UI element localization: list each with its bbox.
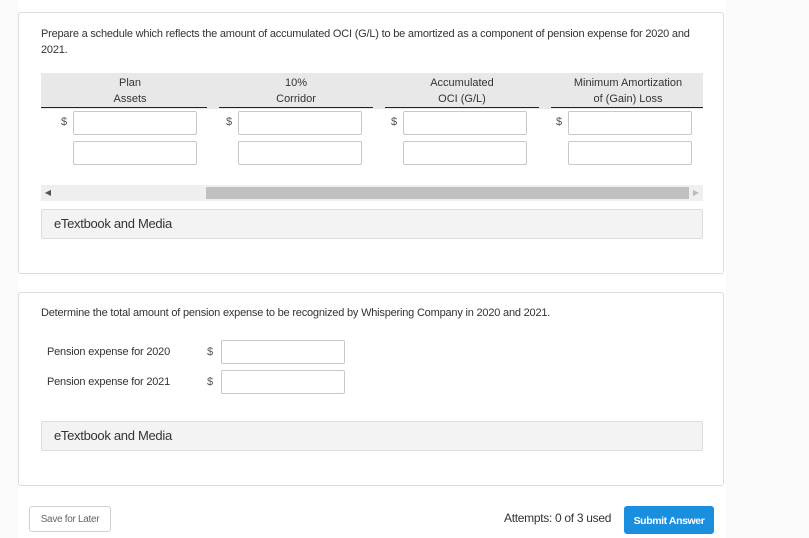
submit-answer-button[interactable]: Submit Answer — [624, 506, 714, 534]
scrollbar-thumb[interactable] — [206, 187, 689, 199]
column-underline — [551, 107, 703, 108]
schedule-card: Prepare a schedule which reflects the am… — [18, 12, 724, 274]
page-gutter — [0, 0, 18, 538]
column-header-corridor: 10% Corridor — [219, 75, 373, 107]
scroll-right-arrow-icon[interactable]: ▶ — [689, 185, 703, 201]
pension-expense-card: Determine the total amount of pension ex… — [18, 292, 724, 486]
column-underline — [385, 107, 539, 108]
column-header-line: 10% — [284, 77, 308, 89]
save-for-later-button[interactable]: Save for Later — [29, 506, 111, 532]
min-amortization-2021-input[interactable] — [568, 141, 692, 165]
column-header-line: Accumulated — [430, 77, 494, 89]
pension-expense-2020-input[interactable] — [221, 340, 345, 364]
min-amortization-2020-input[interactable] — [568, 111, 692, 135]
accumulated-oci-2020-input[interactable] — [403, 111, 527, 135]
etextbook-media-toggle[interactable]: eTextbook and Media — [41, 421, 703, 451]
attempts-counter: Attempts: 0 of 3 used — [504, 511, 612, 525]
corridor-2021-input[interactable] — [238, 141, 362, 165]
column-header-plan-assets: Plan Assets — [53, 75, 207, 107]
corridor-2020-input[interactable] — [238, 111, 362, 135]
column-header-line: Plan — [118, 77, 142, 89]
currency-symbol: $ — [226, 116, 233, 128]
plan-assets-2021-input[interactable] — [73, 141, 197, 165]
currency-symbol: $ — [556, 116, 563, 128]
header-divider — [41, 107, 53, 108]
currency-symbol: $ — [207, 346, 214, 358]
currency-symbol: $ — [61, 116, 68, 128]
scroll-left-arrow-icon[interactable]: ◀ — [41, 185, 55, 201]
column-header-line: Corridor — [276, 93, 316, 105]
etextbook-media-toggle[interactable]: eTextbook and Media — [41, 209, 703, 239]
pension-expense-2021-input[interactable] — [221, 370, 345, 394]
schedule-prompt: Prepare a schedule which reflects the am… — [41, 28, 690, 56]
currency-symbol: $ — [391, 116, 398, 128]
pension-expense-2021-label: Pension expense for 2021 — [47, 376, 171, 388]
pension-expense-prompt: Determine the total amount of pension ex… — [41, 307, 551, 319]
plan-assets-2020-input[interactable] — [73, 111, 197, 135]
column-header-line: Assets — [113, 93, 147, 105]
column-underline — [53, 107, 207, 108]
currency-symbol: $ — [207, 376, 214, 388]
column-header-minimum-amortization: Minimum Amortization of (Gain) Loss — [551, 75, 705, 107]
column-header-line: Minimum Amortization — [573, 77, 683, 89]
column-header-line: OCI (G/L) — [438, 93, 486, 105]
column-header-accumulated-oci: Accumulated OCI (G/L) — [385, 75, 539, 107]
horizontal-scrollbar[interactable]: ◀ ▶ — [41, 185, 703, 201]
accumulated-oci-2021-input[interactable] — [403, 141, 527, 165]
pension-expense-2020-label: Pension expense for 2020 — [47, 346, 171, 358]
column-underline — [219, 107, 373, 108]
column-header-line: of (Gain) Loss — [593, 93, 663, 105]
